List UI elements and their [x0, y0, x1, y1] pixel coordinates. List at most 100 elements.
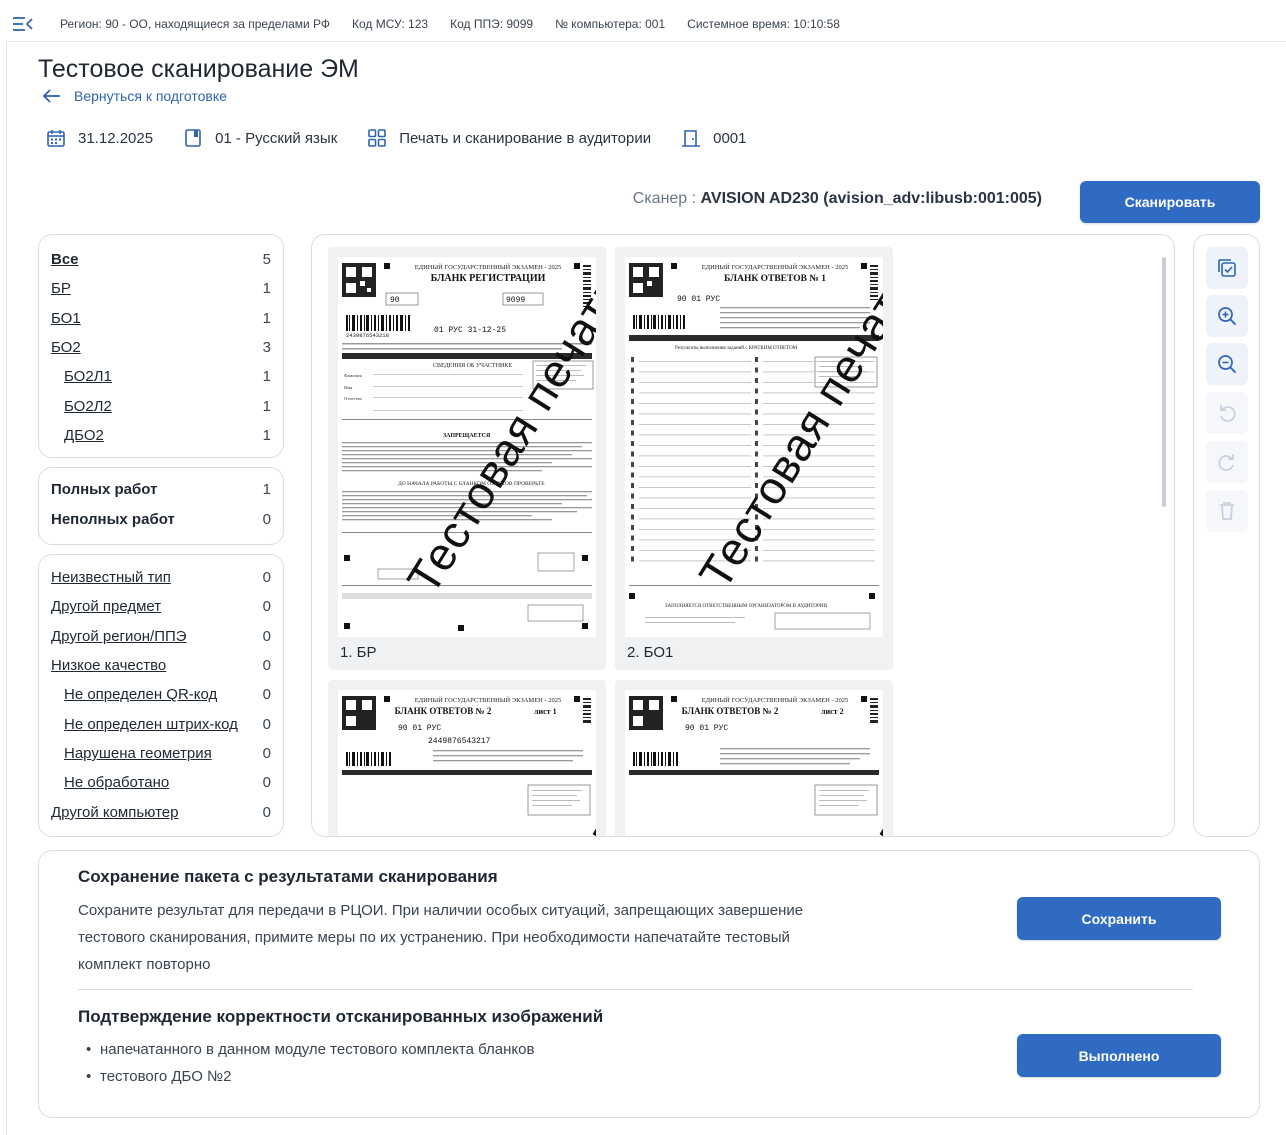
- issue-count: 0: [262, 686, 271, 704]
- form-title-text: БЛАНК РЕГИСТРАЦИИ: [431, 273, 546, 284]
- scan-card-bo2l1[interactable]: ЕДИНЫЙ ГОСУДАРСТВЕННЫЙ ЭКЗАМЕН - 2025 БЛ…: [328, 680, 606, 836]
- completion-panel: Сохранение пакета с результатами сканиро…: [38, 850, 1260, 1118]
- form-type-filter-list: Все 5 БР 1 БО1 1 БО2 3 БО2Л1 1 БО2Л2 1 ДБО2 1: [39, 235, 283, 450]
- issue-no-barcode[interactable]: Не определен штрих-код 0: [51, 709, 271, 738]
- issue-label: Низкое качество: [51, 657, 167, 675]
- check-all-icon[interactable]: [1206, 247, 1248, 289]
- filter-count: 3: [262, 339, 271, 357]
- form-exam-text: ЕДИНЫЙ ГОСУДАРСТВЕННЫЙ ЭКЗАМЕН - 2025: [702, 263, 849, 271]
- save-text-line: тестового сканирования, примите меры по …: [78, 929, 790, 946]
- zoom-out-icon[interactable]: [1206, 343, 1248, 385]
- scanner-label: Сканер :: [632, 190, 697, 207]
- save-text-line: комплект повторно: [78, 956, 211, 973]
- stat-incomplete-works: Неполных работ 0: [51, 505, 271, 535]
- section-divider: [78, 989, 1193, 990]
- issue-other-region[interactable]: Другой регион/ППЭ 0: [51, 622, 271, 651]
- form-sheet-label: лист 2: [821, 707, 844, 716]
- back-link-label: Вернуться к подготовке: [74, 88, 227, 104]
- zoom-in-icon[interactable]: [1206, 295, 1248, 337]
- confirm-section-title: Подтверждение корректности отсканированн…: [78, 1007, 604, 1026]
- exam-date-value: 31.12.2025: [78, 129, 154, 147]
- works-stats-panel: Полных работ 1 Неполных работ 0: [38, 467, 284, 545]
- filter-label: БО2Л2: [64, 397, 112, 415]
- issue-label: Другой компьютер: [51, 803, 179, 821]
- issue-count: 0: [262, 627, 271, 645]
- door-icon: [682, 130, 701, 147]
- issue-not-processed[interactable]: Не обработано 0: [51, 768, 271, 797]
- issue-label: Не определен QR-код: [64, 686, 218, 704]
- form-sub-heading: Результаты выполнения заданий с КРАТКИМ …: [675, 346, 798, 351]
- issue-low-quality[interactable]: Низкое качество 0: [51, 651, 271, 680]
- form-title-text: БЛАНК ОТВЕТОВ № 2: [682, 706, 779, 716]
- issue-geometry[interactable]: Нарушена геометрия 0: [51, 739, 271, 768]
- filter-bo2[interactable]: БО2 3: [51, 333, 271, 362]
- form-sub-heading: СВЕДЕНИЯ ОБ УЧАСТНИКЕ: [433, 363, 512, 369]
- scan-card-bo2l2[interactable]: ЕДИНЫЙ ГОСУДАРСТВЕННЫЙ ЭКЗАМЕН - 2025 БЛ…: [615, 680, 893, 836]
- form-codes: 90 01 РУС: [685, 724, 728, 733]
- issue-label: Не обработано: [64, 774, 170, 792]
- filter-count: 1: [262, 309, 271, 327]
- form-field-surname: Фамилия: [344, 373, 362, 378]
- answer-form-2-sheet-2-image: ЕДИНЫЙ ГОСУДАРСТВЕННЫЙ ЭКЗАМЕН - 2025 БЛ…: [629, 696, 879, 816]
- filter-all[interactable]: Все 5: [51, 245, 271, 274]
- msu-code: Код МСУ: 123: [352, 16, 429, 31]
- page-title: Тестовое сканирование ЭМ: [38, 55, 359, 83]
- filter-label: БО2Л1: [64, 368, 112, 386]
- save-button[interactable]: Сохранить: [1017, 897, 1221, 940]
- exam-info-row: 31.12.2025 01 - Русский язык Печать и ск…: [46, 128, 776, 148]
- issue-count: 0: [262, 774, 271, 792]
- issue-count: 0: [262, 715, 271, 733]
- issue-unknown-type[interactable]: Неизвестный тип 0: [51, 563, 271, 592]
- filter-bo2l1[interactable]: БО2Л1 1: [51, 362, 271, 391]
- exam-subject-value: 01 - Русский язык: [215, 129, 338, 147]
- scan-image: ЕДИНЫЙ ГОСУДАРСТВЕННЫЙ ЭКЗАМЕН - 2025 БЛ…: [338, 257, 596, 637]
- menu-icon[interactable]: [12, 15, 34, 33]
- filter-bo2l2[interactable]: БО2Л2 1: [51, 391, 271, 420]
- scan-card-br[interactable]: ЕДИНЫЙ ГОСУДАРСТВЕННЫЙ ЭКЗАМЕН - 2025 БЛ…: [328, 247, 606, 670]
- answer-form-2-sheet-1-image: ЕДИНЫЙ ГОСУДАРСТВЕННЫЙ ЭКЗАМЕН - 2025 БЛ…: [342, 696, 592, 816]
- scan-image: ЕДИНЫЙ ГОСУДАРСТВЕННЫЙ ЭКЗАМЕН - 2025 БЛ…: [338, 690, 596, 836]
- rotate-left-icon[interactable]: [1206, 392, 1248, 434]
- filter-br[interactable]: БР 1: [51, 274, 271, 303]
- issue-count: 0: [262, 598, 271, 616]
- book-icon: [185, 129, 201, 147]
- done-button[interactable]: Выполнено: [1017, 1034, 1221, 1077]
- stat-count: 0: [262, 510, 271, 528]
- top-bar: Регион: 90 - ОО, находящиеся за пределам…: [6, 6, 1286, 42]
- form-title-text: БЛАНК ОТВЕТОВ № 1: [724, 274, 826, 284]
- stat-label: Неполных работ: [51, 510, 175, 528]
- issue-no-qr[interactable]: Не определен QR-код 0: [51, 680, 271, 709]
- list-item: напечатанного в данном модуле тестового …: [86, 1036, 534, 1063]
- issue-other-computer[interactable]: Другой компьютер 0: [51, 797, 271, 826]
- scan-gallery: ЕДИНЫЙ ГОСУДАРСТВЕННЫЙ ЭКЗАМЕН - 2025 БЛ…: [311, 234, 1175, 837]
- filter-count: 1: [262, 280, 271, 298]
- filter-count: 1: [262, 368, 271, 386]
- form-type-filter-panel: Все 5 БР 1 БО1 1 БО2 3 БО2Л1 1 БО2Л2 1 ДБО2 1: [38, 234, 284, 458]
- filter-dbo2[interactable]: ДБО2 1: [51, 421, 271, 450]
- exam-room: 0001: [681, 128, 746, 148]
- issue-count: 0: [262, 803, 271, 821]
- arrow-left-icon: [42, 89, 60, 103]
- issue-label: Другой регион/ППЭ: [51, 627, 187, 645]
- gallery-scrollbar[interactable]: [1162, 257, 1166, 507]
- scanner-name: AVISION AD230 (avision_adv:libusb:001:00…: [700, 190, 1042, 207]
- filter-label: Все: [51, 251, 79, 269]
- form-exam-text: ЕДИНЫЙ ГОСУДАРСТВЕННЫЙ ЭКЗАМЕН - 2025: [702, 696, 849, 704]
- back-link[interactable]: Вернуться к подготовке: [42, 88, 227, 104]
- scan-card-bo1[interactable]: ЕДИНЫЙ ГОСУДАРСТВЕННЫЙ ЭКЗАМЕН - 2025 БЛ…: [615, 247, 893, 670]
- exam-mode: Печать и сканирование в аудитории: [367, 128, 651, 148]
- form-footer: ЗАПОЛНЯЕТСЯ ОТВЕТСТВЕННЫМ ОРГАНИЗАТОРОМ …: [665, 604, 827, 609]
- issues-filter-panel: Неизвестный тип 0 Другой предмет 0 Другой …: [38, 554, 284, 837]
- issue-other-subject[interactable]: Другой предмет 0: [51, 592, 271, 621]
- scan-button[interactable]: Сканировать: [1080, 181, 1260, 223]
- save-text-line: Сохраните результат для передачи в РЦОИ.…: [78, 902, 804, 919]
- region-info: Регион: 90 - ОО, находящиеся за пределам…: [60, 16, 331, 31]
- grid-icon: [368, 129, 387, 147]
- issue-label: Другой предмет: [51, 598, 162, 616]
- issue-label: Не определен штрих-код: [64, 715, 238, 733]
- rotate-right-icon[interactable]: [1206, 441, 1248, 483]
- issue-count: 0: [262, 569, 271, 587]
- stat-complete-works: Полных работ 1: [51, 475, 271, 505]
- delete-icon[interactable]: [1206, 490, 1248, 532]
- filter-bo1[interactable]: БО1 1: [51, 304, 271, 333]
